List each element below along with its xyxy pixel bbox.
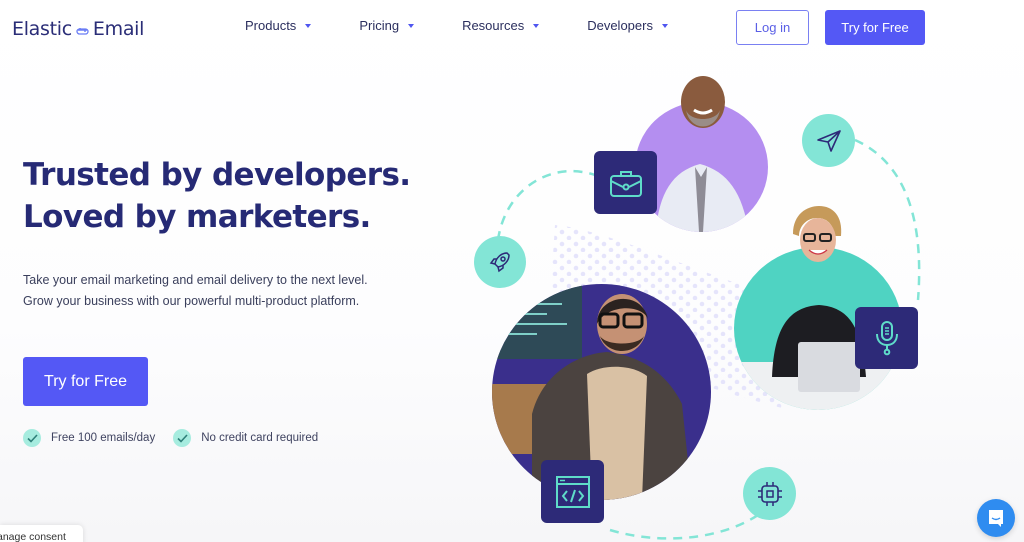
nav-resources[interactable]: Resources [462,18,540,33]
chat-icon [989,510,1003,527]
caret-down-icon [533,23,540,28]
businessman-head [681,76,725,128]
hero-illustration [460,60,940,542]
rocket-icon [474,236,526,288]
nav-developers[interactable]: Developers [587,18,668,33]
check-icon [23,429,41,447]
login-button[interactable]: Log in [736,10,809,45]
code-window-icon [541,460,604,523]
perk-label: No credit card required [201,432,319,444]
logo-mark-icon [76,28,89,35]
caret-down-icon [305,23,312,28]
logo[interactable]: Elastic Email [12,18,144,40]
chat-widget-button[interactable] [977,499,1015,537]
hero-subtitle-line2: Grow your business with our powerful mul… [23,294,360,308]
nav-label: Products [245,18,297,33]
try-for-free-hero-button[interactable]: Try for Free [23,357,148,406]
hero-title-line2: Loved by marketers. [23,199,371,235]
logo-text-elastic: Elastic [12,18,72,40]
chip-icon [743,467,796,520]
logo-text-email: Email [92,18,145,40]
nav-products[interactable]: Products [245,18,312,33]
hero-title-line1: Trusted by developers. [23,157,411,193]
nav-label: Pricing [359,18,400,33]
nav-pricing[interactable]: Pricing [359,18,415,33]
main-nav: Products Pricing Resources Developers [245,18,668,33]
perk-item: No credit card required [173,429,318,447]
hero-subtitle: Take your email marketing and email deli… [23,270,368,312]
caret-down-icon [408,23,415,28]
nav-label: Developers [587,18,653,33]
paper-plane-icon [802,114,855,167]
briefcase-icon [594,151,657,214]
microphone-icon [855,307,918,369]
nav-label: Resources [462,18,525,33]
hero-title: Trusted by developers. Loved by marketer… [23,154,411,238]
caret-down-icon [661,23,668,28]
check-icon [173,429,192,447]
hero-subtitle-line1: Take your email marketing and email deli… [23,273,368,287]
try-for-free-header-button[interactable]: Try for Free [825,10,925,45]
manage-consent-tab[interactable]: anage consent [0,525,83,542]
perk-label: Free 100 emails/day [51,432,156,444]
perk-item: Free 100 emails/day [23,429,155,447]
consent-label: anage consent [0,531,66,542]
woman-head [793,206,842,262]
perks-list: Free 100 emails/day No credit card requi… [23,429,318,447]
